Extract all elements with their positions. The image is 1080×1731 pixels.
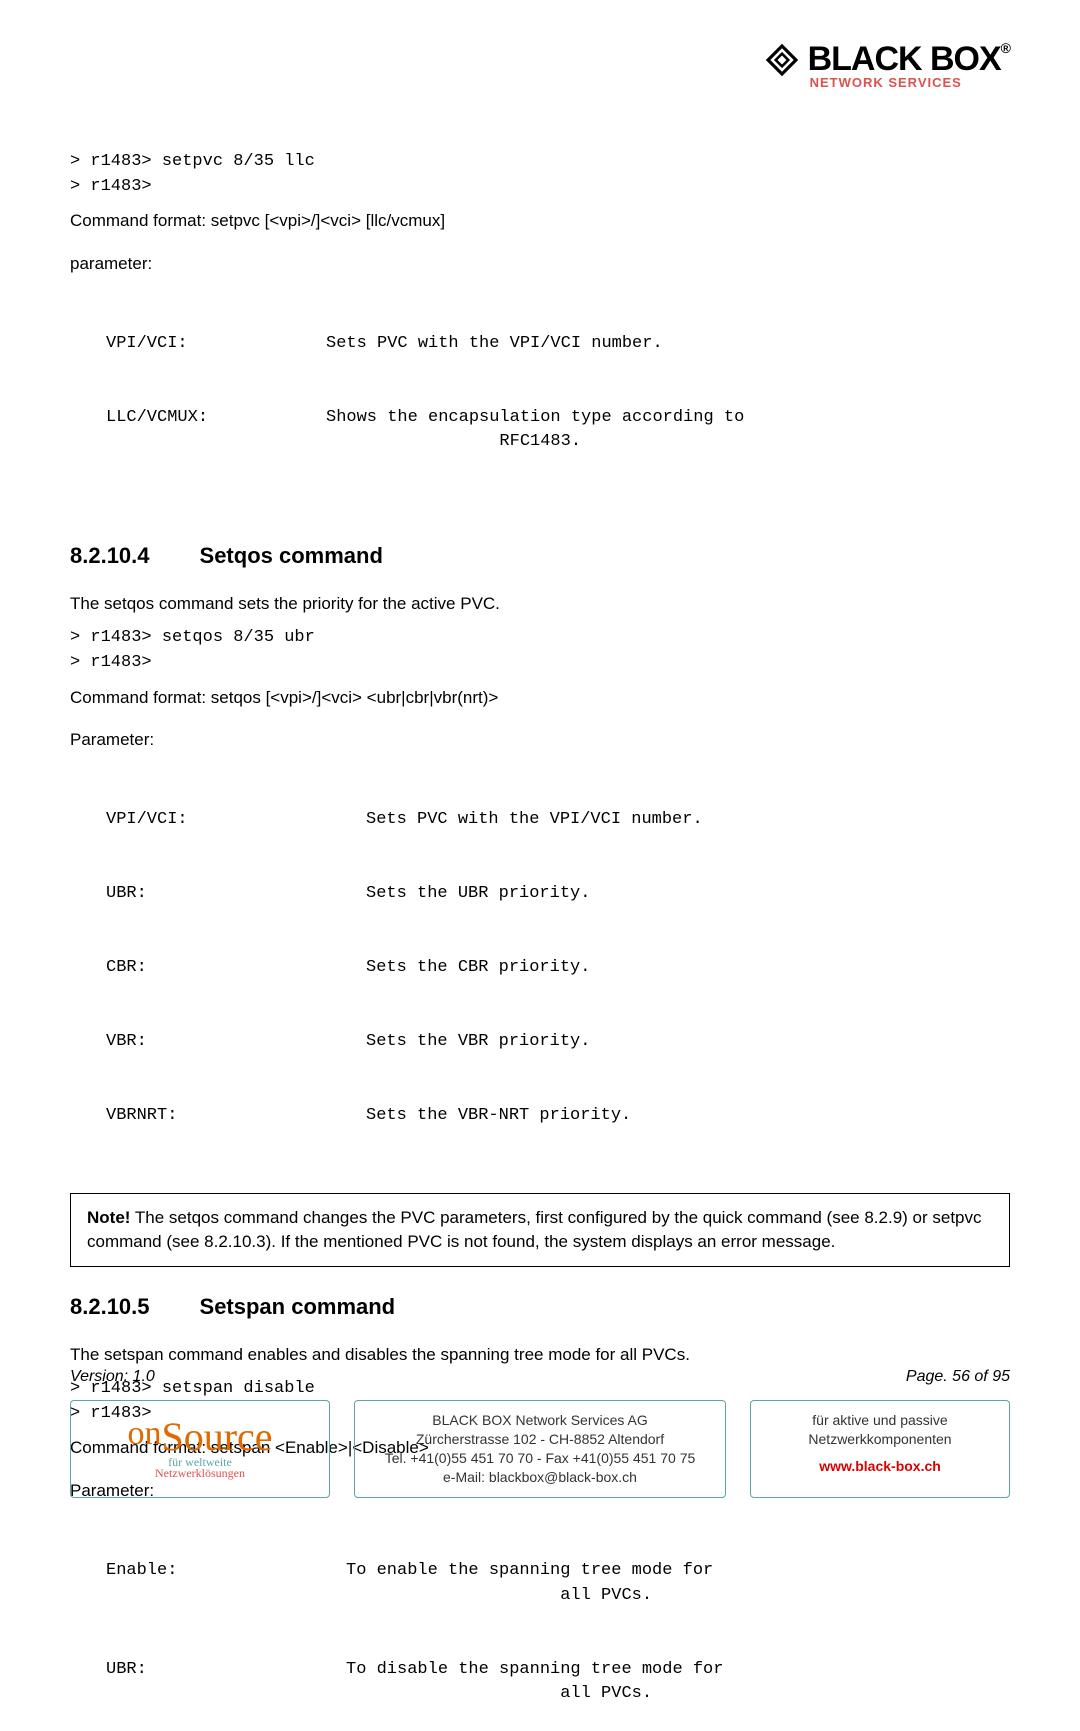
- note-body: The setqos command changes the PVC param…: [87, 1208, 982, 1251]
- param-row: CBR:Sets the CBR priority.: [106, 956, 1010, 981]
- param-row: UBR:To disable the spanning tree mode fo…: [106, 1658, 1010, 1707]
- parameter-heading: Parameter:: [70, 728, 1010, 753]
- parameter-list: VPI/VCI:Sets PVC with the VPI/VCI number…: [106, 283, 1010, 480]
- param-row: VBR:Sets the VBR priority.: [106, 1030, 1010, 1055]
- note-box: Note! The setqos command changes the PVC…: [70, 1193, 1010, 1267]
- page-footer: Version: 1.0 Page. 56 of 95 onSource für…: [70, 1368, 1010, 1498]
- setspan-description: The setspan command enables and disables…: [70, 1343, 1010, 1368]
- section-heading-setqos: 8.2.10.4Setqos command: [70, 540, 1010, 572]
- footer-logo-box: onSource für weltweite Netzwerklösungen: [70, 1400, 330, 1498]
- setqos-description: The setqos command sets the priority for…: [70, 592, 1010, 617]
- parameter-list: VPI/VCI:Sets PVC with the VPI/VCI number…: [106, 759, 1010, 1153]
- command-format-setpvc: Command format: setpvc [<vpi>/]<vci> [ll…: [70, 209, 1010, 234]
- param-row: LLC/VCMUX:Shows the encapsulation type a…: [106, 406, 1010, 455]
- website-link[interactable]: www.black-box.ch: [819, 1458, 941, 1474]
- footer-link-box: für aktive und passive Netzwerkkomponent…: [750, 1400, 1010, 1498]
- code-block-setqos: > r1483> setqos 8/35 ubr > r1483>: [70, 626, 1010, 675]
- parameter-heading: parameter:: [70, 252, 1010, 277]
- diamond-icon: [764, 42, 800, 78]
- logo-text: BLACK BOX®: [808, 40, 1010, 79]
- brand-logo: BLACK BOX® NETWORK SERVICES: [764, 40, 1010, 90]
- param-row: VPI/VCI:Sets PVC with the VPI/VCI number…: [106, 808, 1010, 833]
- param-row: VPI/VCI:Sets PVC with the VPI/VCI number…: [106, 332, 1010, 357]
- footer-address-box: BLACK BOX Network Services AG Zürcherstr…: [354, 1400, 726, 1498]
- code-block-setpvc: > r1483> setpvc 8/35 llc > r1483>: [70, 150, 1010, 199]
- param-row: Enable:To enable the spanning tree mode …: [106, 1559, 1010, 1608]
- parameter-list: Enable:To enable the spanning tree mode …: [106, 1510, 1010, 1731]
- version-label: Version: 1.0: [70, 1368, 155, 1386]
- param-row: UBR:Sets the UBR priority.: [106, 882, 1010, 907]
- param-row: VBRNRT:Sets the VBR-NRT priority.: [106, 1104, 1010, 1129]
- note-lead: Note!: [87, 1208, 130, 1227]
- section-heading-setspan: 8.2.10.5Setspan command: [70, 1291, 1010, 1323]
- page-number: Page. 56 of 95: [906, 1368, 1010, 1386]
- command-format-setqos: Command format: setqos [<vpi>/]<vci> <ub…: [70, 686, 1010, 711]
